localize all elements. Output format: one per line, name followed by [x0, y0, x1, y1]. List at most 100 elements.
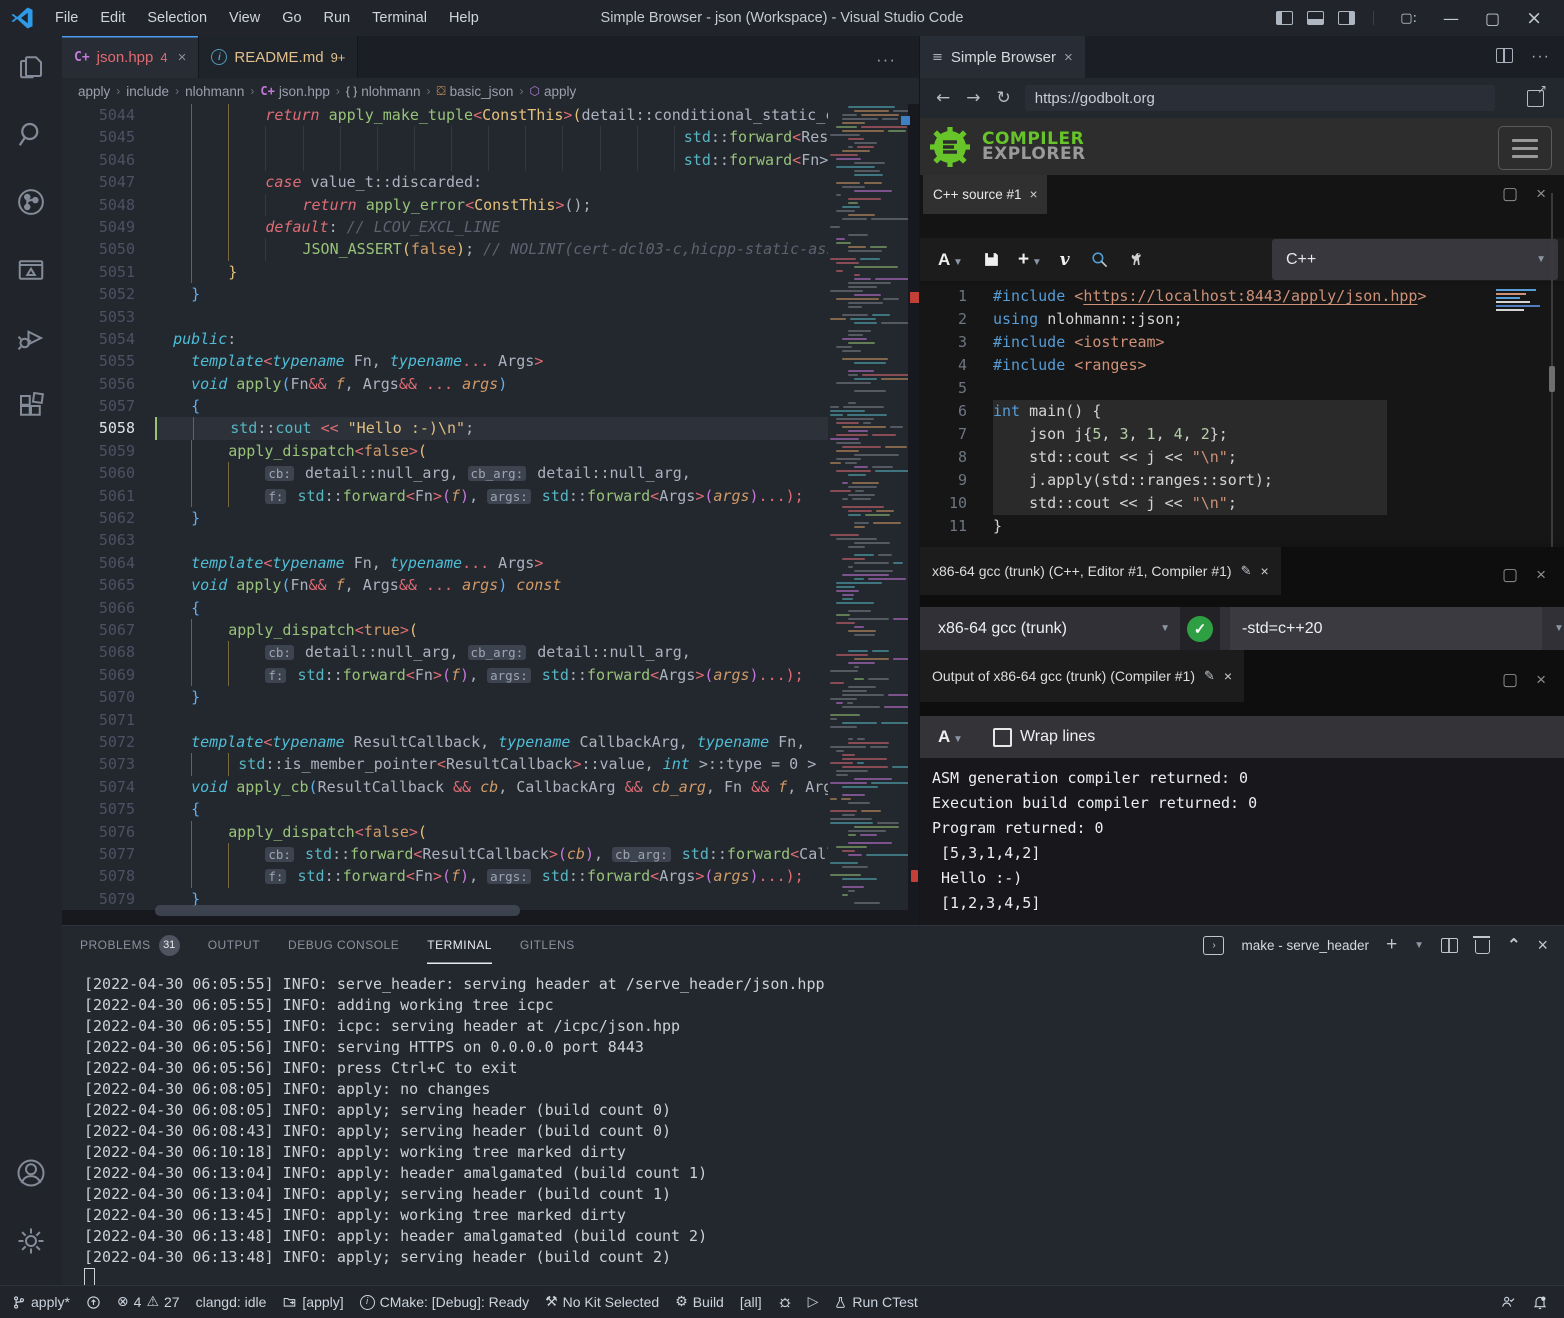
tab-output[interactable]: OUTPUT	[208, 926, 260, 964]
problems-indicator[interactable]: ⊗ 4 ⚠ 27	[109, 1286, 188, 1318]
wrap-lines-checkbox[interactable]	[993, 728, 1012, 747]
toggle-panel-icon[interactable]	[1307, 11, 1324, 25]
menu-item[interactable]: File	[44, 0, 89, 36]
language-select[interactable]: C++ ▼	[1272, 239, 1558, 280]
menu-item[interactable]: Edit	[89, 0, 136, 36]
terminal-title[interactable]: make - serve_header	[1241, 938, 1369, 953]
source-control-icon[interactable]	[0, 172, 62, 232]
minimap[interactable]	[828, 104, 908, 910]
breadcrumb-item[interactable]: nlohmann	[185, 84, 244, 99]
output-tab[interactable]: Output of x86-64 gcc (trunk) (Compiler #…	[920, 650, 1244, 702]
build-target[interactable]: [all]	[732, 1286, 770, 1318]
toggle-sidebar-icon[interactable]	[1276, 11, 1293, 25]
tab-readme-md[interactable]: i README.md 9+	[199, 36, 358, 78]
new-terminal-icon[interactable]: +	[1386, 934, 1397, 956]
close-tab-icon[interactable]: ×	[178, 49, 187, 66]
split-editor-icon[interactable]	[1496, 48, 1513, 63]
back-icon[interactable]: ←	[936, 88, 950, 108]
url-input[interactable]: https://godbolt.org	[1025, 85, 1495, 111]
cmake-panel-icon[interactable]	[0, 240, 62, 300]
tab-debug-console[interactable]: DEBUG CONSOLE	[288, 926, 399, 964]
close-pane-icon[interactable]: ×	[1536, 184, 1546, 204]
terminal-output[interactable]: [2022-04-30 06:05:55] INFO: serve_header…	[84, 974, 1544, 1268]
breadcrumb-item[interactable]: json.hpp	[279, 84, 330, 99]
breadcrumb-item[interactable]: nlohmann	[361, 84, 420, 99]
terminal-dropdown-icon[interactable]: ▼	[1414, 940, 1424, 951]
close-tab-icon[interactable]: ×	[1064, 49, 1073, 66]
font-size-button[interactable]: A ▼	[938, 250, 963, 270]
menu-item[interactable]: Selection	[136, 0, 218, 36]
launch-button[interactable]: ▷	[800, 1286, 827, 1318]
editor-more-actions-icon[interactable]: ···	[876, 50, 896, 70]
close-source-tab-icon[interactable]: ×	[1030, 187, 1038, 202]
account-icon[interactable]	[0, 1143, 62, 1203]
mascot-icon[interactable]	[1127, 250, 1146, 269]
tab-problems[interactable]: PROBLEMS 31	[80, 926, 180, 964]
forward-icon[interactable]: →	[966, 88, 980, 108]
tab-json-hpp[interactable]: C+ json.hpp 4 ×	[62, 36, 199, 78]
close-output-tab-icon[interactable]: ×	[1224, 668, 1232, 684]
sync-changes-button[interactable]	[78, 1286, 109, 1318]
feedback-button[interactable]	[1492, 1286, 1524, 1318]
run-debug-icon[interactable]	[0, 308, 62, 368]
maximize-button[interactable]: ▢	[1485, 9, 1500, 28]
cmake-project[interactable]: [apply]	[274, 1286, 351, 1318]
reload-icon[interactable]: ↻	[997, 88, 1011, 108]
tab-simple-browser[interactable]: ≡ Simple Browser ×	[920, 36, 1085, 78]
close-pane-icon[interactable]: ×	[1536, 670, 1546, 690]
menu-item[interactable]: Terminal	[361, 0, 438, 36]
page-scrollbar-thumb[interactable]	[1549, 366, 1555, 392]
compiler-select[interactable]: x86-64 gcc (trunk) ▼	[928, 611, 1180, 646]
extensions-icon[interactable]	[0, 376, 62, 436]
clangd-status[interactable]: clangd: idle	[188, 1286, 275, 1318]
save-icon[interactable]	[983, 251, 1000, 268]
add-pane-button[interactable]: + ▼	[1018, 249, 1042, 271]
close-compiler-tab-icon[interactable]: ×	[1260, 563, 1268, 579]
maximize-panel-icon[interactable]: ⌃	[1507, 935, 1520, 955]
toggle-secondary-sidebar-icon[interactable]	[1338, 11, 1355, 25]
maximize-pane-icon[interactable]: ▢	[1502, 184, 1518, 204]
code-editor[interactable]: 5044 return apply_make_tuple<ConstThis>(…	[62, 104, 828, 910]
menu-item[interactable]: Go	[271, 0, 312, 36]
maximize-pane-icon[interactable]: ▢	[1502, 670, 1518, 690]
notifications-button[interactable]	[1524, 1286, 1556, 1318]
close-window-button[interactable]: ×	[1526, 7, 1542, 29]
explorer-icon[interactable]	[0, 36, 62, 96]
hamburger-menu-icon[interactable]	[1498, 126, 1552, 170]
menu-item[interactable]: View	[218, 0, 271, 36]
split-terminal-icon[interactable]	[1441, 938, 1458, 953]
close-panel-icon[interactable]: ×	[1537, 935, 1548, 956]
maximize-pane-icon[interactable]: ▢	[1502, 565, 1518, 585]
horizontal-scrollbar[interactable]	[155, 905, 520, 916]
source-tab[interactable]: C++ source #1 ×	[923, 175, 1047, 214]
browser-more-actions-icon[interactable]: ···	[1531, 48, 1550, 66]
vim-mode-icon[interactable]: v	[1060, 250, 1070, 270]
breadcrumb-item[interactable]: include	[126, 84, 169, 99]
close-pane-icon[interactable]: ×	[1536, 565, 1546, 585]
debug-button[interactable]	[770, 1286, 800, 1318]
branch-indicator[interactable]: apply*	[4, 1286, 78, 1318]
minimize-button[interactable]: —	[1443, 9, 1459, 28]
breadcrumb-item[interactable]: apply	[544, 84, 576, 99]
zoom-icon[interactable]	[1090, 250, 1109, 269]
settings-gear-icon[interactable]	[0, 1211, 62, 1271]
breadcrumb-item[interactable]: apply	[78, 84, 110, 99]
kill-terminal-icon[interactable]	[1475, 940, 1490, 954]
compiler-tab[interactable]: x86-64 gcc (trunk) (C++, Editor #1, Comp…	[920, 547, 1281, 595]
cmake-status[interactable]: i CMake: [Debug]: Ready	[352, 1286, 537, 1318]
compiler-options-input[interactable]: -std=c++20	[1230, 607, 1542, 650]
search-icon[interactable]	[0, 104, 62, 164]
menu-item[interactable]: Help	[438, 0, 490, 36]
menu-item[interactable]: Run	[313, 0, 362, 36]
open-external-icon[interactable]	[1527, 90, 1544, 107]
rename-pane-icon[interactable]: ✎	[1241, 564, 1252, 579]
build-button[interactable]: ⚙ Build	[667, 1286, 732, 1318]
tab-gitlens[interactable]: GITLENS	[520, 926, 575, 964]
run-ctest-button[interactable]: Run CTest	[826, 1286, 925, 1318]
godbolt-code-editor[interactable]: 1#include <https://localhost:8443/apply/…	[920, 285, 1564, 543]
rename-pane-icon[interactable]: ✎	[1204, 669, 1215, 684]
breadcrumb-item[interactable]: basic_json	[450, 84, 514, 99]
options-dropdown-icon[interactable]: ▼	[1554, 623, 1564, 634]
customize-layout-icon[interactable]: ▢:	[1400, 11, 1417, 26]
kit-selection[interactable]: ⚒ No Kit Selected	[537, 1286, 667, 1318]
